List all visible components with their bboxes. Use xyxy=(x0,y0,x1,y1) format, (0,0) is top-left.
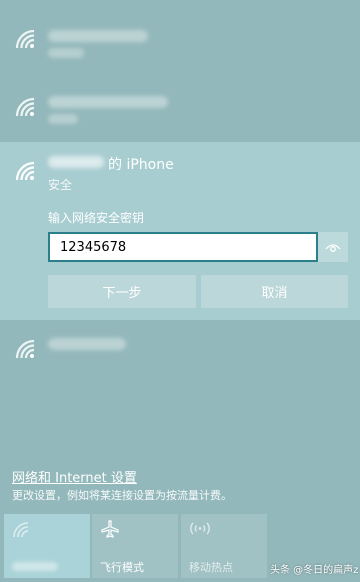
network-name: 的 iPhone xyxy=(108,157,174,173)
settings-description: 更改设置，例如将某连接设置为按流量计费。 xyxy=(12,489,232,502)
network-owner-redacted xyxy=(48,156,104,168)
next-button[interactable]: 下一步 xyxy=(48,275,196,308)
watermark: 头条 @冬日的扁声z xyxy=(270,565,359,576)
selected-wifi-network[interactable]: 的 iPhone 安全 输入网络安全密钥 下一步 取消 xyxy=(0,142,360,320)
wifi-toggle-tile[interactable] xyxy=(4,514,90,578)
cancel-button[interactable]: 取消 xyxy=(201,275,348,308)
security-key-input[interactable] xyxy=(48,232,318,262)
network-status-redacted xyxy=(48,48,84,58)
network-name-redacted xyxy=(48,30,148,42)
wifi-signal-icon xyxy=(14,96,38,118)
mobile-hotspot-tile[interactable]: 移动热点 xyxy=(181,514,267,578)
mobile-hotspot-label: 移动热点 xyxy=(189,561,233,574)
wifi-network-item[interactable] xyxy=(0,16,360,68)
airplane-mode-label: 飞行模式 xyxy=(100,561,144,574)
network-status-redacted xyxy=(48,114,78,124)
reveal-password-icon[interactable] xyxy=(318,232,348,262)
wifi-secured-icon xyxy=(14,160,38,182)
network-security-status: 安全 xyxy=(48,178,73,192)
airplane-mode-tile[interactable]: 飞行模式 xyxy=(92,514,178,578)
wifi-icon xyxy=(12,520,34,538)
network-name-redacted xyxy=(48,96,168,108)
wifi-network-item[interactable] xyxy=(0,86,360,138)
hotspot-icon xyxy=(189,520,211,538)
security-key-label: 输入网络安全密钥 xyxy=(48,211,145,225)
wifi-signal-icon xyxy=(14,338,38,360)
network-name-redacted xyxy=(48,338,126,350)
wifi-tile-label-redacted xyxy=(12,562,58,571)
wifi-signal-icon xyxy=(14,28,38,50)
wifi-network-item[interactable] xyxy=(0,326,360,376)
network-internet-settings-link[interactable]: 网络和 Internet 设置 xyxy=(12,467,137,486)
airplane-icon xyxy=(100,520,122,538)
